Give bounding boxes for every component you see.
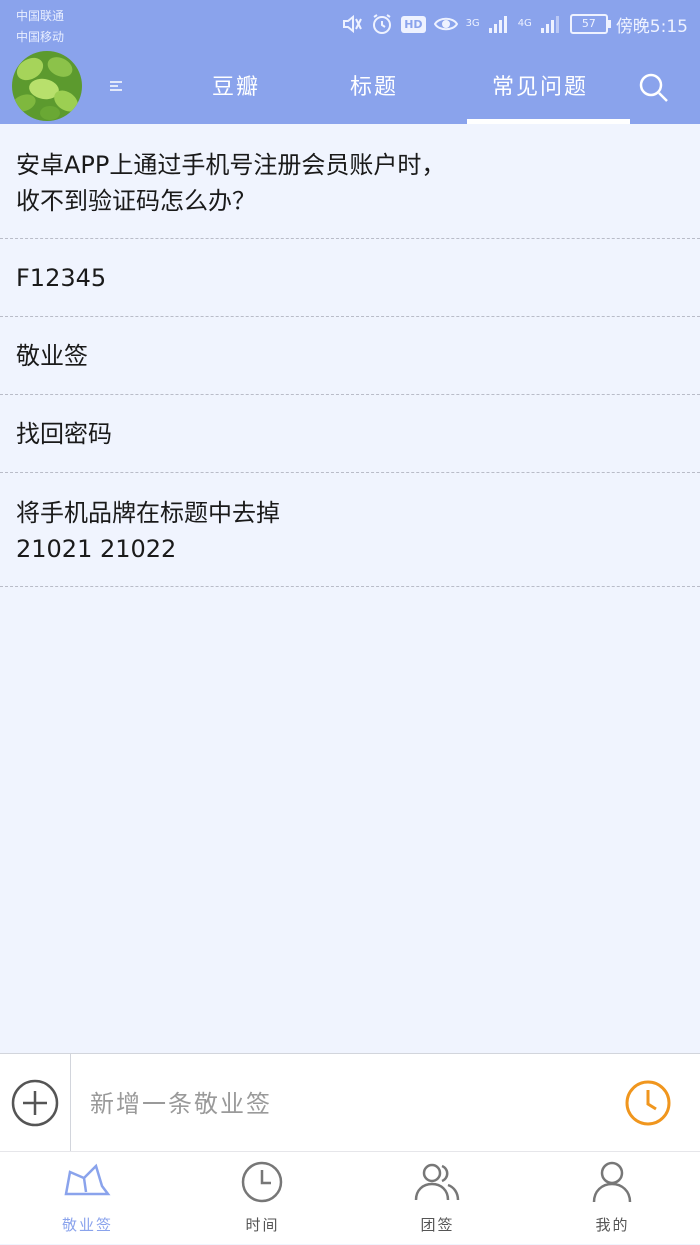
carrier-info: 中国联通 中国移动: [16, 6, 64, 48]
list-item[interactable]: F12345: [0, 239, 700, 317]
nav-item-notes[interactable]: 敬业签: [0, 1152, 175, 1245]
note-icon: [64, 1163, 111, 1196]
network-3g-label: 3G: [465, 18, 480, 29]
tab-douban[interactable]: 豆瓣: [212, 70, 260, 106]
composer-bar: [0, 1053, 700, 1151]
reminder-clock-icon[interactable]: [624, 1079, 672, 1127]
list-item[interactable]: 敬业签: [0, 317, 700, 395]
battery-indicator: 57: [569, 14, 611, 34]
list-item-line: 找回密码: [16, 420, 112, 448]
leaf-avatar-image: [12, 51, 82, 121]
eye-icon: [433, 17, 458, 31]
faq-list: 安卓APP上通过手机号注册会员账户时， 收不到验证码怎么办？ F12345 敬业…: [0, 124, 700, 587]
alarm-icon: [373, 14, 392, 34]
network-4g-label: 4G: [517, 18, 532, 29]
tab-title[interactable]: 标题: [350, 70, 398, 106]
nav-label: 时间: [245, 1216, 280, 1234]
nav-item-group[interactable]: 团签: [350, 1152, 525, 1245]
list-item-line: 敬业签: [16, 342, 88, 370]
carrier-2: 中国移动: [16, 30, 65, 44]
bottom-nav: 敬业签 时间 团签 我的: [0, 1151, 700, 1244]
list-item-line: F12345: [16, 264, 107, 292]
list-item-line: 收不到验证码怎么办？: [16, 187, 256, 215]
list-item[interactable]: 将手机品牌在标题中去掉 21021 21022: [0, 473, 700, 587]
list-item[interactable]: 安卓APP上通过手机号注册会员账户时， 收不到验证码怎么办？: [0, 124, 700, 239]
nav-label: 我的: [595, 1216, 630, 1234]
nav-label: 敬业签: [61, 1216, 113, 1234]
signal-icon-2: [540, 16, 559, 33]
clock-icon: [241, 1161, 283, 1203]
person-icon: [592, 1161, 632, 1203]
app-header: 中国联通 中国移动 HD 3G 4G 57 傍晚5:15 豆瓣 标题 常见问题: [0, 0, 700, 124]
hd-badge: HD: [401, 15, 426, 33]
avatar[interactable]: [12, 51, 82, 121]
list-item-line: 安卓APP上通过手机号注册会员账户时，: [16, 151, 446, 179]
sort-icon[interactable]: [108, 80, 124, 92]
nav-label: 团签: [420, 1216, 455, 1234]
mute-icon: [343, 14, 363, 34]
nav-item-time[interactable]: 时间: [175, 1152, 350, 1245]
list-item[interactable]: 找回密码: [0, 395, 700, 473]
composer-divider: [70, 1054, 71, 1151]
carrier-1: 中国联通: [16, 9, 65, 23]
search-icon[interactable]: [636, 70, 672, 106]
signal-icon: [488, 16, 507, 33]
status-bar-right: HD 3G 4G 57 傍晚5:15: [341, 8, 688, 40]
tab-faq[interactable]: 常见问题: [492, 70, 588, 106]
new-note-input[interactable]: [90, 1084, 590, 1124]
clock-time: 傍晚5:15: [615, 16, 688, 37]
list-item-line: 21021 21022: [16, 535, 177, 563]
nav-item-me[interactable]: 我的: [525, 1152, 700, 1245]
list-item-line: 将手机品牌在标题中去掉: [16, 499, 280, 527]
add-icon[interactable]: [11, 1079, 59, 1127]
group-icon: [414, 1163, 460, 1201]
